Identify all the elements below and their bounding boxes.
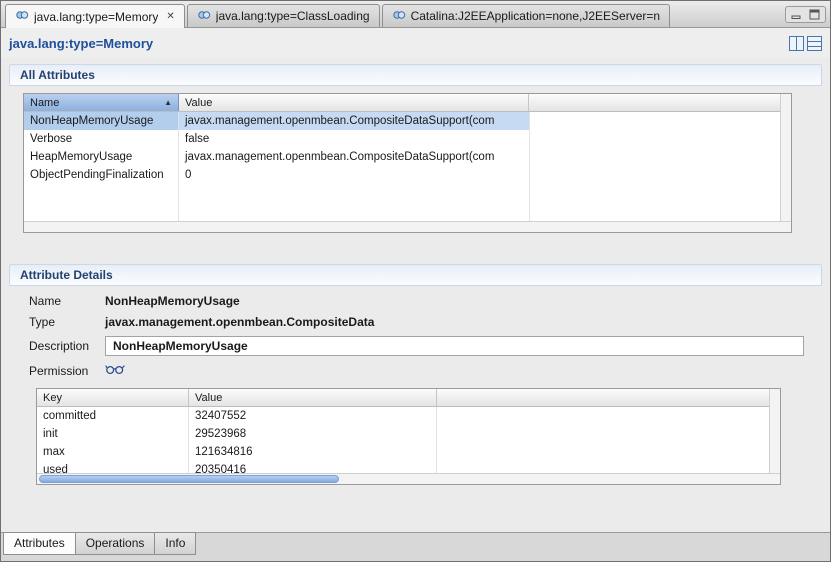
mbean-explorer-window: java.lang:type=Memory ✕ java.lang:type=C… <box>0 0 831 562</box>
column-header-label: Value <box>195 391 223 404</box>
glasses-icon <box>105 363 125 378</box>
column-header-empty <box>437 389 780 406</box>
column-divider <box>529 112 530 232</box>
bottom-tab-bar: Attributes Operations Info <box>1 532 830 561</box>
permission-label: Permission <box>29 363 89 378</box>
empty-cell <box>437 425 780 443</box>
empty-cell <box>529 166 791 184</box>
table-row[interactable]: init 29523968 <box>37 425 780 443</box>
layout-toggle-group <box>789 35 822 51</box>
attributes-table-header: Name ▲ Value <box>24 94 791 112</box>
column-header-name[interactable]: Name ▲ <box>24 94 179 111</box>
key-cell: init <box>43 428 58 440</box>
key-cell: max <box>43 446 65 458</box>
table-row[interactable]: Verbose false <box>24 130 791 148</box>
vertical-layout-icon[interactable] <box>789 35 804 51</box>
horizontal-scrollbar[interactable] <box>24 221 791 232</box>
key-table-header: Key Value <box>37 389 780 407</box>
table-row[interactable]: max 121634816 <box>37 443 780 461</box>
column-header-key[interactable]: Key <box>37 389 189 406</box>
horizontal-scrollbar[interactable] <box>37 473 780 484</box>
empty-cell <box>529 130 791 148</box>
description-label: Description <box>29 339 90 353</box>
horizontal-layout-icon[interactable] <box>807 35 822 51</box>
attribute-name-cell: ObjectPendingFinalization <box>30 169 164 181</box>
mbean-icon <box>197 9 211 24</box>
page-title: java.lang:type=Memory <box>9 35 154 51</box>
permission-row: Permission <box>23 363 804 378</box>
attribute-name-cell: HeapMemoryUsage <box>30 151 133 163</box>
tab-attributes[interactable]: Attributes <box>3 532 76 555</box>
tab-classloading[interactable]: java.lang:type=ClassLoading <box>186 4 380 27</box>
name-value: NonHeapMemoryUsage <box>105 294 240 308</box>
attribute-name-cell: NonHeapMemoryUsage <box>24 112 179 130</box>
empty-cell <box>437 443 780 461</box>
column-header-label: Value <box>185 96 213 109</box>
minimize-icon[interactable] <box>791 9 802 20</box>
type-value: javax.management.openmbean.CompositeData <box>105 315 375 329</box>
attribute-value-cell: javax.management.openmbean.CompositeData… <box>185 151 495 163</box>
tab-operations[interactable]: Operations <box>74 532 156 555</box>
column-header-value[interactable]: Value <box>179 94 529 111</box>
column-header-empty <box>529 94 791 111</box>
editor-tab-bar: java.lang:type=Memory ✕ java.lang:type=C… <box>1 1 830 28</box>
sort-ascending-icon: ▲ <box>164 98 172 107</box>
attribute-value-cell: javax.management.openmbean.CompositeData… <box>179 112 529 130</box>
tab-catalina[interactable]: Catalina:J2EEApplication=none,J2EEServer… <box>381 4 671 27</box>
description-row: Description NonHeapMemoryUsage <box>23 336 804 356</box>
horizontal-scrollbar-thumb[interactable] <box>39 475 339 483</box>
description-field[interactable]: NonHeapMemoryUsage <box>105 336 804 356</box>
view-window-controls <box>785 5 826 23</box>
table-row[interactable]: ObjectPendingFinalization 0 <box>24 166 791 184</box>
value-cell: 121634816 <box>195 446 253 458</box>
empty-cell <box>437 407 780 425</box>
empty-cell <box>529 112 791 130</box>
mbean-icon <box>15 9 29 24</box>
table-row[interactable]: committed 32407552 <box>37 407 780 425</box>
main-content: All Attributes Name ▲ Value NonHeapMemor… <box>1 58 830 485</box>
empty-cell <box>529 148 791 166</box>
value-cell: 32407552 <box>195 410 247 422</box>
table-row[interactable]: HeapMemoryUsage javax.management.openmbe… <box>24 148 791 166</box>
type-label: Type <box>29 315 56 329</box>
attribute-value-cell: 0 <box>185 169 192 181</box>
attributes-table: Name ▲ Value NonHeapMemoryUsage javax.ma… <box>23 93 792 233</box>
column-header-value[interactable]: Value <box>189 389 437 406</box>
type-row: Type javax.management.openmbean.Composit… <box>23 315 804 329</box>
maximize-icon[interactable] <box>809 9 820 20</box>
vertical-scrollbar[interactable] <box>780 94 791 221</box>
column-header-label: Name <box>30 96 60 109</box>
attribute-value-cell: false <box>185 133 210 145</box>
attribute-name-cell: Verbose <box>30 133 73 145</box>
tab-memory[interactable]: java.lang:type=Memory ✕ <box>5 4 185 28</box>
tab-info[interactable]: Info <box>154 532 197 555</box>
key-cell: committed <box>43 410 97 422</box>
table-row[interactable]: NonHeapMemoryUsage javax.management.open… <box>24 112 791 130</box>
attribute-details-form: Name NonHeapMemoryUsage Type javax.manag… <box>23 294 804 485</box>
column-header-label: Key <box>43 391 62 404</box>
close-icon[interactable]: ✕ <box>166 11 174 22</box>
name-label: Name <box>29 294 62 308</box>
composite-key-table: Key Value committed 32407552 init 295239… <box>36 388 781 485</box>
tab-label: java.lang:type=ClassLoading <box>215 9 370 23</box>
tab-label: java.lang:type=Memory <box>34 9 159 24</box>
attribute-details-section-header: Attribute Details <box>9 264 822 286</box>
column-divider <box>178 112 179 232</box>
view-header: java.lang:type=Memory <box>1 28 830 58</box>
tab-label: Catalina:J2EEApplication=none,J2EEServer… <box>410 9 661 23</box>
value-cell: 29523968 <box>195 428 247 440</box>
all-attributes-section-header: All Attributes <box>9 64 822 86</box>
vertical-scrollbar[interactable] <box>769 389 780 473</box>
mbean-icon <box>392 9 406 24</box>
name-row: Name NonHeapMemoryUsage <box>23 294 804 308</box>
